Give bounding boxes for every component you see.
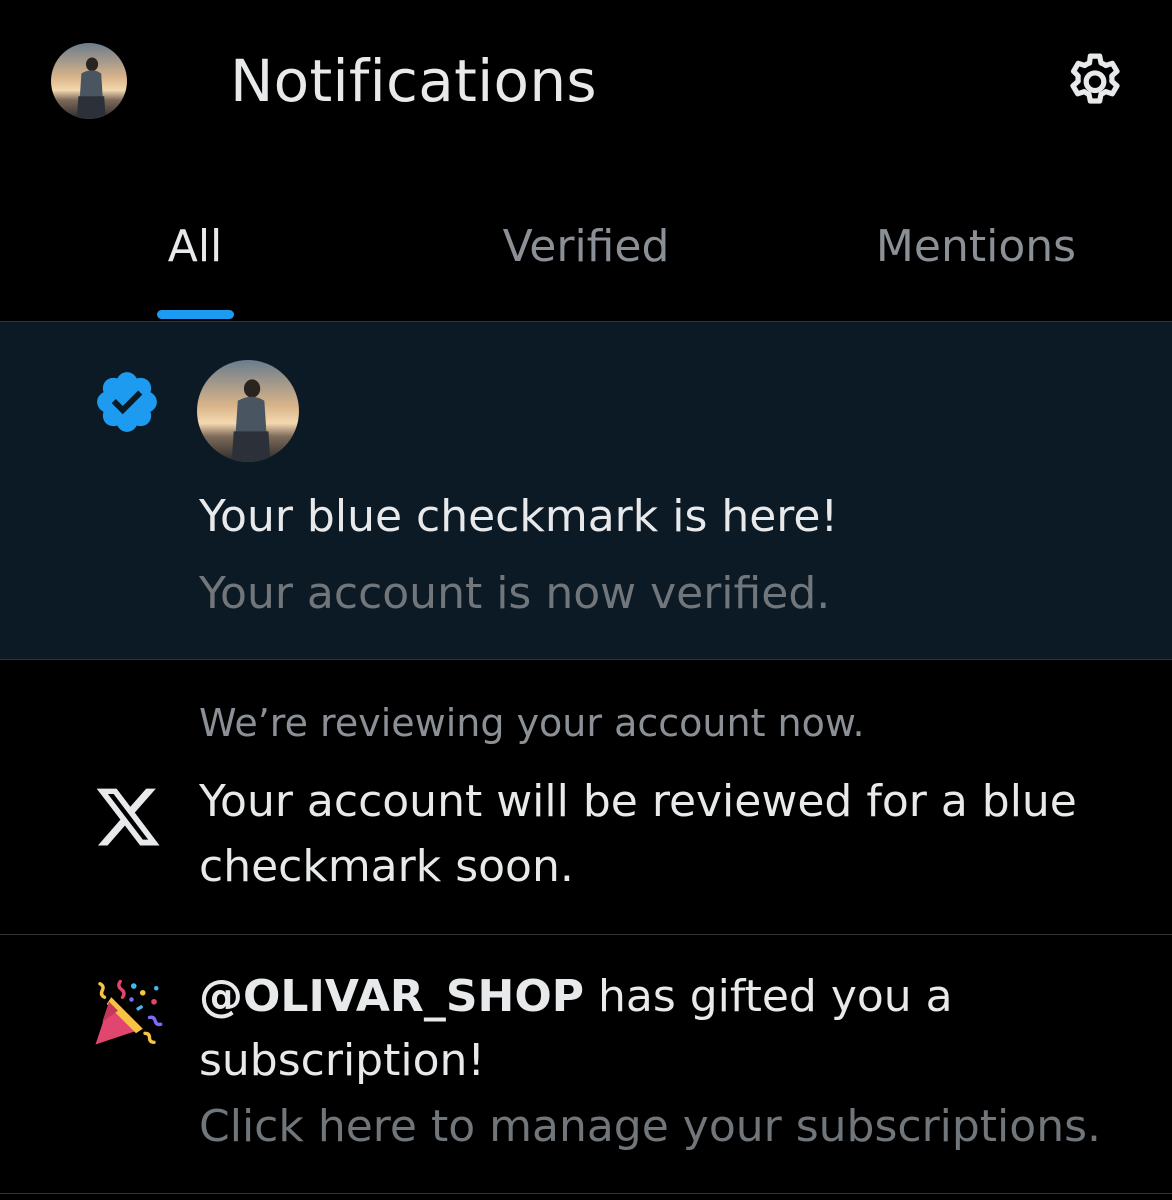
profile-avatar[interactable] — [51, 43, 127, 119]
username-link[interactable]: @OLIVAR_SHOP — [199, 971, 584, 1022]
page-title: Notifications — [230, 47, 597, 115]
tab-label: All — [167, 221, 223, 272]
party-popper-icon — [95, 979, 163, 1045]
top-app-bar: Notifications — [0, 0, 1172, 165]
notification-body-line1: Your account will be reviewed for a blue — [199, 776, 1077, 827]
notification-verified[interactable]: Your blue checkmark is here! Your accoun… — [0, 322, 1172, 659]
notification-subtitle: Your account is now verified. — [199, 568, 831, 619]
settings-button[interactable] — [1057, 44, 1133, 120]
gear-icon — [1070, 53, 1120, 104]
tab-mentions[interactable]: Mentions — [826, 195, 1126, 321]
active-tab-indicator — [157, 310, 234, 319]
notification-header: We’re reviewing your account now. — [199, 701, 865, 745]
tab-verified[interactable]: Verified — [436, 195, 736, 321]
notification-subtitle: Click here to manage your subscriptions. — [199, 1101, 1101, 1152]
notifications-screen: Notifications All Verified Mentions Your… — [0, 0, 1172, 1200]
notification-body-line1: @OLIVAR_SHOP has gifted you a — [199, 965, 953, 1029]
notification-body-line2: checkmark soon. — [199, 841, 574, 892]
notification-title: Your blue checkmark is here! — [199, 491, 839, 542]
notification-tabs: All Verified Mentions — [0, 195, 1172, 321]
tab-label: Verified — [502, 221, 670, 272]
notification-body-text: has gifted you a — [583, 971, 953, 1022]
notification-body-line2: subscription! — [199, 1035, 486, 1086]
verified-badge-icon — [97, 372, 157, 432]
tab-label: Mentions — [875, 221, 1077, 272]
notification-gift[interactable]: @OLIVAR_SHOP has gifted you a subscripti… — [0, 935, 1172, 1193]
avatar[interactable] — [197, 360, 299, 462]
tab-all[interactable]: All — [95, 195, 295, 321]
x-logo-icon — [96, 788, 160, 846]
notification-review[interactable]: We’re reviewing your account now. Your a… — [0, 660, 1172, 934]
divider — [0, 1193, 1172, 1194]
